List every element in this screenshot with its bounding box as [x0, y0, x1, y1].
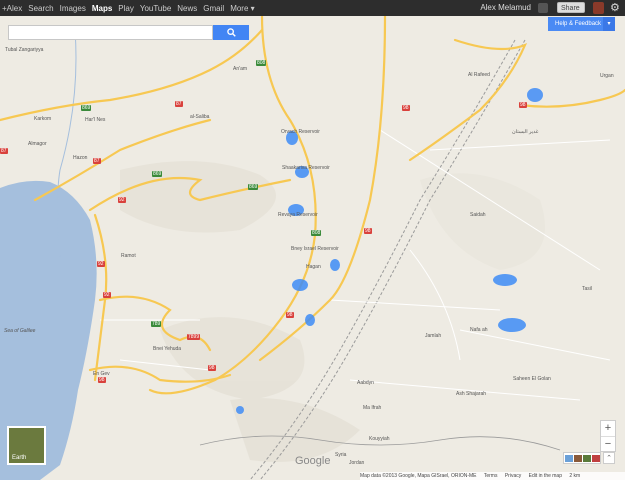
place-label: Hazon	[73, 155, 88, 161]
place-label: Revaya Reservoir	[278, 212, 318, 218]
terms-link[interactable]: Terms	[484, 473, 498, 479]
search-input[interactable]	[8, 25, 213, 40]
place-label: Tasil	[582, 286, 593, 292]
nav-search[interactable]: Search	[28, 4, 53, 13]
place-label: Kouyyiah	[369, 436, 390, 442]
avatar[interactable]	[593, 2, 604, 14]
road-shield: 869	[81, 105, 92, 111]
google-nav: +Alex Search Images Maps Play YouTube Ne…	[2, 0, 261, 16]
road-shield: 7899	[187, 334, 201, 340]
chevron-down-icon[interactable]: ▾	[603, 17, 615, 31]
place-label: Nafa ah	[470, 327, 488, 333]
privacy-link[interactable]: Privacy	[505, 473, 521, 479]
road-shield: 98	[98, 377, 106, 383]
place-label: En Gev	[93, 371, 110, 377]
road-shield: 98	[519, 102, 527, 108]
place-label: al-Saliba	[190, 114, 210, 120]
road-shield: 98	[286, 312, 294, 318]
road-shield: 869	[152, 171, 163, 177]
layer-icon[interactable]	[573, 454, 582, 462]
earth-view-button[interactable]: Earth	[7, 426, 46, 465]
place-label: Syria	[335, 452, 347, 458]
nav-more[interactable]: More ▾	[230, 4, 254, 13]
layer-thumbnails	[563, 452, 601, 464]
road-shield: 789	[151, 321, 162, 327]
nav-news[interactable]: News	[177, 4, 197, 13]
search-button[interactable]	[213, 25, 249, 40]
place-label: Shaakariva Reservoir	[282, 165, 330, 171]
place-label: Al Rafeed	[468, 72, 490, 78]
place-label: Ramot	[121, 253, 136, 259]
place-label: Ma Ifrah	[363, 405, 382, 411]
layer-icon[interactable]	[591, 454, 600, 462]
nav-images[interactable]: Images	[60, 4, 86, 13]
user-name[interactable]: Alex Melamud	[480, 3, 531, 12]
layer-icon[interactable]	[564, 454, 573, 462]
google-topbar: +Alex Search Images Maps Play YouTube Ne…	[0, 0, 625, 16]
edit-map-link[interactable]: Edit in the map	[529, 473, 562, 479]
scale-label: 2 km	[569, 473, 581, 479]
road-shield: 98	[208, 365, 216, 371]
notifications-button[interactable]	[538, 3, 548, 13]
place-label: Saidah	[470, 212, 486, 218]
place-label: Bney Israel Reservoir	[291, 246, 339, 252]
road-shield: 98	[402, 105, 410, 111]
place-label: An'am	[233, 66, 248, 72]
road-shield: 92	[103, 292, 111, 298]
place-label: Bnei Yehuda	[153, 346, 182, 352]
nav-play[interactable]: Play	[118, 4, 134, 13]
zoom-control: + −	[600, 420, 616, 452]
earth-label: Earth	[12, 455, 27, 461]
google-logo: Google	[295, 455, 331, 467]
place-label: Har'l Nes	[85, 117, 106, 123]
search-icon	[226, 28, 236, 37]
road-shield: 808	[256, 60, 267, 66]
road-shield: 98	[364, 228, 372, 234]
zoom-in-button[interactable]: +	[601, 421, 615, 437]
place-label: Orvach Reservoir	[281, 129, 320, 135]
map-data-attribution: Map data ©2013 Google, Mapa GISrael, ORI…	[360, 473, 477, 479]
place-label: Karkom	[34, 116, 52, 122]
place-label: Hagan	[306, 264, 321, 270]
map-footer: Map data ©2013 Google, Mapa GISrael, ORI…	[360, 472, 625, 480]
road-shield: 92	[118, 197, 126, 203]
road-shield: 869	[248, 184, 259, 190]
road-shield: 87	[175, 101, 183, 107]
road-shield: 808	[311, 230, 322, 236]
place-label: غدير البستان	[512, 129, 539, 135]
road-shield: 87	[93, 158, 101, 164]
share-button[interactable]: Share	[557, 2, 585, 13]
nav-plus-alex[interactable]: +Alex	[2, 4, 22, 13]
place-label: Almagor	[28, 141, 47, 147]
collapse-icon[interactable]: ⌃	[603, 452, 615, 464]
place-label: Jamlah	[425, 333, 442, 339]
place-label: Ash Shajarah	[456, 391, 487, 397]
zoom-out-button[interactable]: −	[601, 437, 615, 452]
place-label: Aabdyn	[357, 380, 374, 386]
place-label: Jordan	[349, 460, 365, 466]
road-shield: 92	[97, 261, 105, 267]
road-shield: 87	[0, 148, 8, 154]
nav-gmail[interactable]: Gmail	[203, 4, 224, 13]
layer-icon[interactable]	[582, 454, 591, 462]
place-label: Sea of Galilee	[4, 328, 36, 334]
gear-icon[interactable]: ⚙	[610, 1, 620, 15]
place-label: Saheen El Golan	[513, 376, 551, 382]
place-label: Urgan	[600, 73, 614, 79]
place-label: Tubal Zangariyya	[5, 47, 44, 53]
nav-youtube[interactable]: YouTube	[140, 4, 171, 13]
nav-maps[interactable]: Maps	[92, 4, 112, 13]
